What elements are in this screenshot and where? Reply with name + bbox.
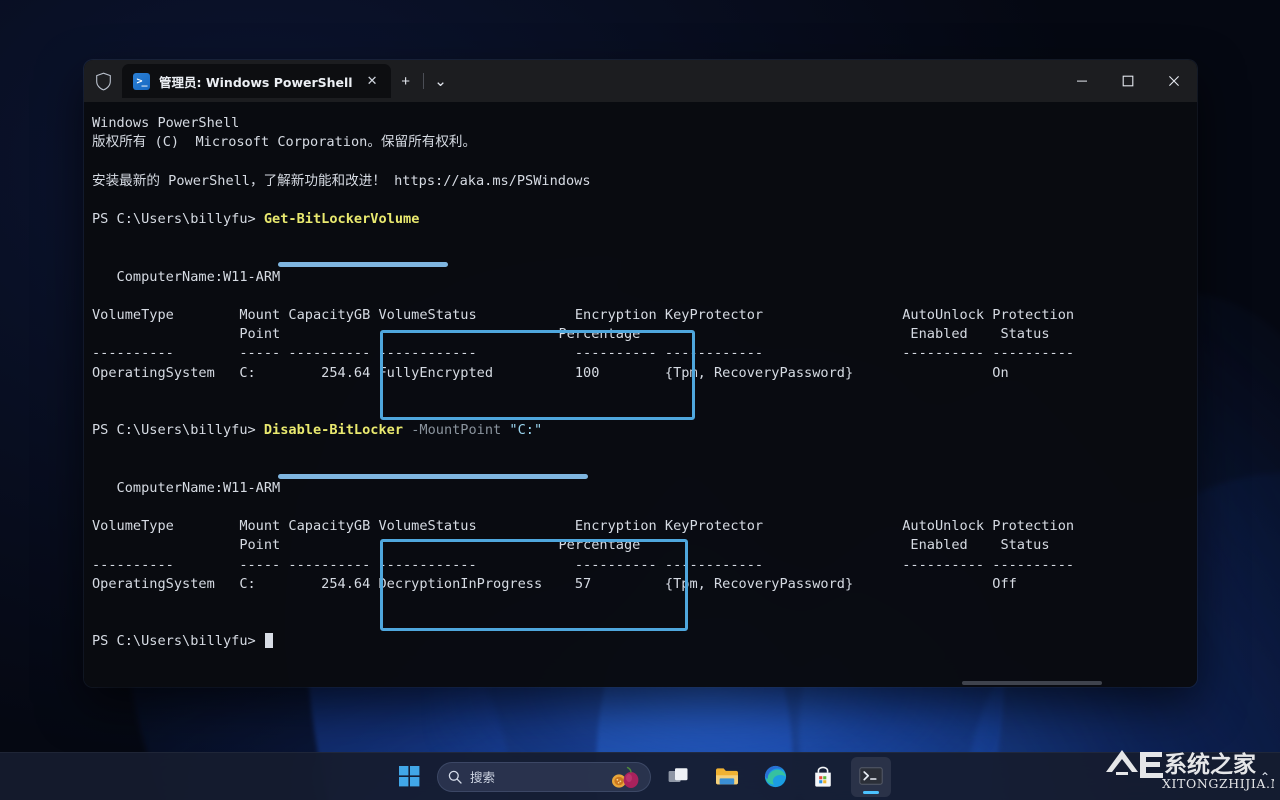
banner-line-1: Windows PowerShell <box>92 115 240 131</box>
table1-data-row: OperatingSystem C: 254.64 FullyEncrypted… <box>92 364 1009 381</box>
command-line-1: PS C:\Users\billyfu> Get-BitLockerVolume <box>92 210 1197 229</box>
title-bar[interactable]: >_ 管理员: Windows PowerShell ✕ + ⌄ <box>84 60 1197 102</box>
maximize-button[interactable] <box>1105 60 1151 102</box>
taskbar[interactable]: 搜索 ⌃ <box>0 752 1280 800</box>
minimize-button[interactable] <box>1059 60 1105 102</box>
windows-terminal-window[interactable]: >_ 管理员: Windows PowerShell ✕ + ⌄ Windows… <box>84 60 1197 687</box>
terminal-output-area[interactable]: Windows PowerShell 版权所有 (C) Microsoft Co… <box>84 102 1197 687</box>
start-icon <box>398 766 419 787</box>
task-view-icon <box>668 767 688 782</box>
system-tray[interactable]: ⌃ <box>1260 753 1270 800</box>
param-mountpoint: -MountPoint <box>411 422 502 439</box>
command1-underline <box>278 262 448 267</box>
table1-header-row-2: Point Percentage Enabled Status <box>92 326 1050 343</box>
toolbar-divider <box>422 73 424 89</box>
table2-header-row-1: VolumeType Mount CapacityGB VolumeStatus… <box>92 518 1075 535</box>
sidebar-item-microsoft-store[interactable] <box>803 757 843 797</box>
final-prompt-line[interactable]: PS C:\Users\billyfu> <box>92 632 1197 651</box>
cmdlet-disable-bitlocker: Disable-BitLocker <box>263 422 404 439</box>
prompt-1: PS C:\Users\billyfu> <box>92 210 256 227</box>
search-icon <box>448 770 462 784</box>
microsoft-store-icon <box>815 766 831 787</box>
text-cursor <box>264 633 273 649</box>
edge-icon <box>764 765 786 788</box>
sidebar-item-windows-terminal[interactable] <box>851 756 891 797</box>
sidebar-item-file-explorer[interactable] <box>707 757 747 797</box>
table1-header-row-1: VolumeType Mount CapacityGB VolumeStatus… <box>92 306 1075 323</box>
command2-underline <box>278 474 588 479</box>
horizontal-scrollbar[interactable] <box>84 679 1197 687</box>
table2-data-row: OperatingSystem C: 254.64 DecryptionInPr… <box>92 575 1017 592</box>
command-line-2: PS C:\Users\billyfu> Disable-BitLocker -… <box>92 421 1197 440</box>
param-value-c: "C:" <box>509 422 543 439</box>
windows-terminal-icon <box>859 766 883 785</box>
table1-separator: ---------- ----- ---------- ------------… <box>92 345 1075 362</box>
banner-line-4: 安装最新的 PowerShell，了解新功能和改进！ https://aka.m… <box>92 172 591 189</box>
computer-name-1: ComputerName:W11-ARM <box>92 268 281 285</box>
window-controls <box>1059 60 1197 102</box>
sidebar-item-task-view[interactable] <box>659 757 699 797</box>
file-explorer-icon <box>716 768 738 785</box>
tab-dropdown-button[interactable]: ⌄ <box>426 64 456 98</box>
tab-title: 管理员: Windows PowerShell <box>159 74 353 90</box>
cmdlet-get-bitlockervolume: Get-BitLockerVolume <box>263 210 420 227</box>
prompt-2: PS C:\Users\billyfu> <box>92 422 256 439</box>
close-window-button[interactable] <box>1151 60 1197 102</box>
scrollbar-thumb[interactable] <box>962 681 1102 685</box>
banner-line-2: 版权所有 (C) Microsoft Corporation。保留所有权利。 <box>92 134 477 151</box>
close-tab-button[interactable]: ✕ <box>362 71 383 92</box>
new-tab-button[interactable]: + <box>391 64 421 98</box>
table2-header-row-2: Point Percentage Enabled Status <box>92 537 1050 554</box>
table2-separator: ---------- ----- ---------- ------------… <box>92 556 1075 573</box>
chevron-up-icon[interactable]: ⌃ <box>1260 770 1270 784</box>
terminal-tab[interactable]: >_ 管理员: Windows PowerShell ✕ <box>122 64 391 98</box>
search-placeholder: 搜索 <box>470 770 496 785</box>
berry-icon <box>612 766 639 788</box>
shield-icon[interactable] <box>84 60 122 102</box>
prompt-3: PS C:\Users\billyfu> <box>92 633 256 650</box>
powershell-icon: >_ <box>133 72 150 90</box>
start-button[interactable] <box>389 757 429 797</box>
computer-name-2: ComputerName:W11-ARM <box>92 479 281 496</box>
sidebar-item-edge[interactable] <box>755 757 795 797</box>
taskbar-search-box[interactable]: 搜索 <box>437 761 651 792</box>
